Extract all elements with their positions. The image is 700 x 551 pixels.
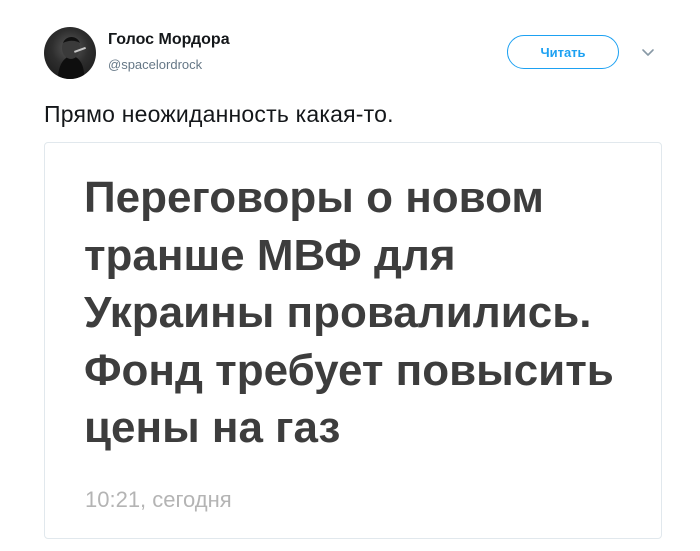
card-headline: Переговоры о новом транше МВФ для Украин… — [84, 173, 614, 452]
card-timestamp: 10:21, сегодня — [85, 487, 232, 512]
chevron-down-icon[interactable] — [640, 44, 656, 60]
tweet-text: Прямо неожиданность какая-то. — [44, 101, 394, 127]
follow-button[interactable]: Читать — [507, 35, 619, 69]
avatar[interactable] — [44, 27, 96, 79]
author-handle[interactable]: @spacelordrock — [108, 57, 202, 72]
author-name[interactable]: Голос Мордора — [108, 31, 230, 49]
avatar-image — [58, 37, 86, 79]
image-card[interactable]: Переговоры о новом транше МВФ для Украин… — [44, 142, 662, 539]
